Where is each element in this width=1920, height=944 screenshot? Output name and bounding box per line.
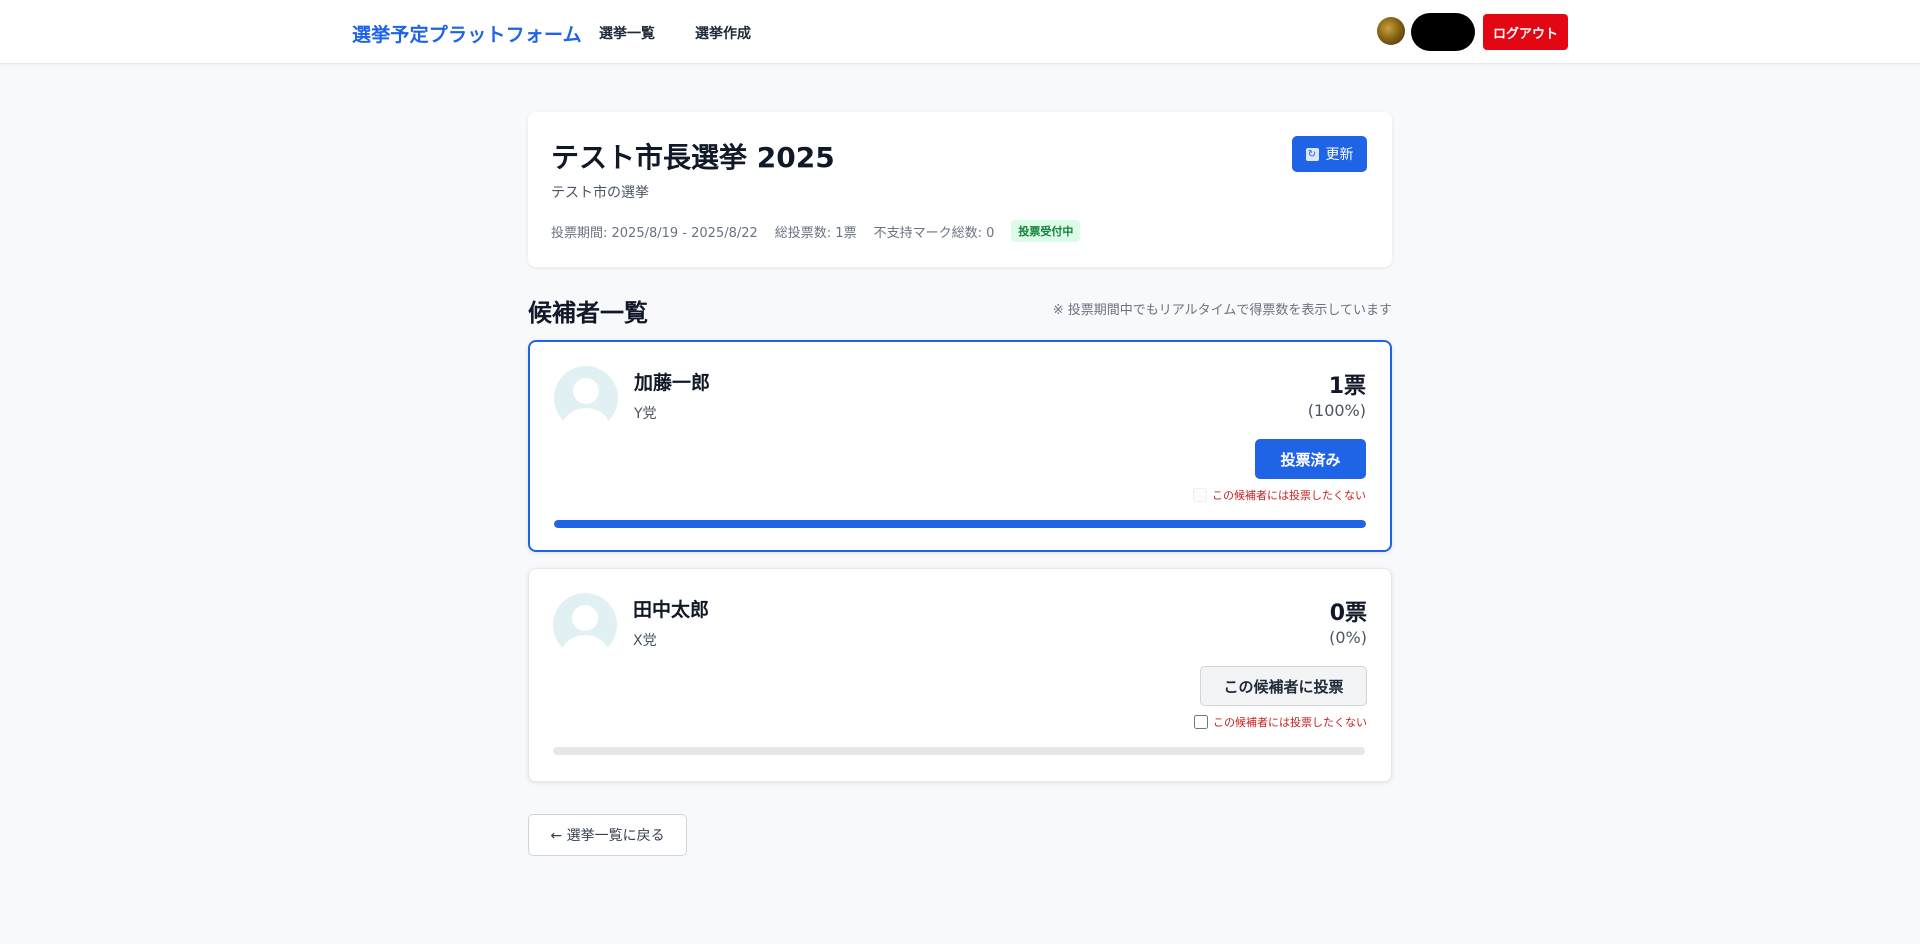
refresh-label: 更新	[1325, 147, 1354, 163]
candidate-vote-percent: (100%)	[1307, 401, 1366, 420]
refresh-icon: ↻	[1305, 147, 1319, 161]
candidate-name: 田中太郎	[633, 599, 710, 621]
candidate-party: Y党	[634, 406, 657, 422]
voted-button[interactable]: 投票済み	[1255, 439, 1366, 479]
candidate-name: 加藤一郎	[634, 372, 711, 394]
candidate-vote-percent: (0%)	[1329, 628, 1367, 647]
candidate-party: X党	[633, 633, 657, 649]
realtime-note: ※ 投票期間中でもリアルタイムで得票数を表示しています	[1052, 303, 1392, 318]
candidate-avatar-icon	[553, 593, 617, 657]
no-vote-checkbox[interactable]	[1193, 488, 1207, 502]
candidate-vote-count: 0票	[1329, 601, 1367, 626]
election-meta: 投票期間: 2025/8/19 - 2025/8/22 総投票数: 1票 不支持…	[551, 220, 1081, 242]
no-vote-option[interactable]: この候補者には投票したくない	[1194, 714, 1367, 730]
vote-share-fill	[554, 520, 1366, 528]
disapproval-mark-total: 不支持マーク総数: 0	[873, 225, 995, 241]
back-to-list-button[interactable]: ← 選挙一覧に戻る	[528, 814, 687, 856]
nav-create-election[interactable]: 選挙作成	[695, 23, 751, 43]
candidate-avatar-icon	[554, 366, 618, 430]
candidates-heading: 候補者一覧	[528, 299, 648, 327]
brand-logo-link[interactable]: 選挙予定プラットフォーム	[352, 20, 582, 47]
no-vote-label: この候補者には投票したくない	[1213, 716, 1367, 729]
top-header: 選挙予定プラットフォーム 選挙一覧 選挙作成 ログアウト	[0, 0, 1920, 64]
voting-period: 投票期間: 2025/8/19 - 2025/8/22	[551, 225, 758, 241]
candidate-vote-count: 1票	[1328, 374, 1366, 399]
logout-button[interactable]: ログアウト	[1483, 14, 1568, 50]
no-vote-checkbox[interactable]	[1194, 715, 1208, 729]
vote-share-bar	[554, 520, 1366, 528]
election-title: テスト市長選挙 2025	[551, 141, 835, 174]
candidate-card: 田中太郎 X党 0票 (0%) この候補者に投票 この候補者には投票したくない	[528, 568, 1392, 782]
no-vote-label: この候補者には投票したくない	[1212, 489, 1366, 502]
election-description: テスト市の選挙	[551, 185, 649, 201]
user-avatar[interactable]	[1377, 17, 1405, 45]
candidate-card: 加藤一郎 Y党 1票 (100%) 投票済み この候補者には投票したくない	[528, 340, 1392, 552]
nav-election-list[interactable]: 選挙一覧	[599, 23, 655, 43]
status-badge: 投票受付中	[1011, 220, 1081, 242]
no-vote-option[interactable]: この候補者には投票したくない	[1193, 487, 1366, 503]
user-name-redacted	[1411, 13, 1475, 51]
vote-for-candidate-button[interactable]: この候補者に投票	[1200, 666, 1367, 706]
total-votes: 総投票数: 1票	[774, 225, 857, 241]
refresh-button[interactable]: ↻ 更新	[1292, 136, 1367, 172]
election-info-card: テスト市長選挙 2025 テスト市の選挙 投票期間: 2025/8/19 - 2…	[528, 112, 1392, 267]
vote-share-bar	[553, 747, 1365, 755]
